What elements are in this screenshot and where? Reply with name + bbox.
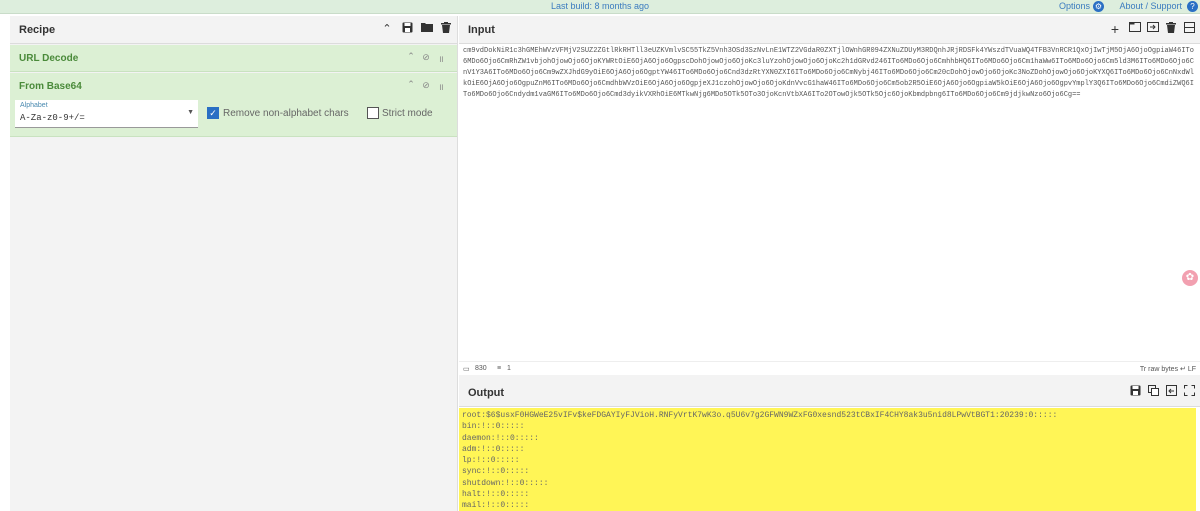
- pause-icon[interactable]: ॥: [436, 52, 446, 65]
- disable-icon[interactable]: ⊘: [421, 80, 431, 91]
- output-text[interactable]: root:$6$usxF0HGWeE25vIFv$keFDGAYIyFJVioH…: [459, 408, 1196, 511]
- options-link[interactable]: Options: [1059, 1, 1090, 11]
- output-line: lp:!::0:::::: [462, 456, 520, 466]
- expand-icon[interactable]: [1182, 385, 1196, 399]
- top-bar: Last build: 8 months ago Options ⚙ About…: [0, 0, 1200, 14]
- output-line: adm:!::0:::::: [462, 444, 525, 454]
- lines-icon: ≡: [497, 365, 502, 372]
- output-line: mail:!::0:::::: [462, 501, 530, 511]
- output-line: daemon:!::0:::::: [462, 433, 539, 443]
- alphabet-select[interactable]: Alphabet A-Za-z0-9+/= ▼: [15, 100, 198, 128]
- output-title: Output: [468, 387, 505, 399]
- output-line: root:$6$usxF0HGWeE25vIFv$keFDGAYIyFJVioH…: [462, 411, 1058, 420]
- file-import-icon[interactable]: [1146, 22, 1160, 36]
- output-header: Output: [459, 379, 1200, 407]
- output-line: shutdown:!::0:::::: [462, 478, 549, 488]
- input-pane: Input + cm9vdDokNiR1c3hGMEhWVzVFMjV2SUZ2…: [459, 16, 1200, 375]
- input-length: 830: [475, 365, 487, 372]
- disable-icon[interactable]: ⊘: [421, 52, 431, 63]
- settings-gear-icon[interactable]: ⚙: [1093, 1, 1104, 12]
- recipe-header: Recipe ⌃: [10, 16, 457, 44]
- about-support-link[interactable]: About / Support: [1119, 1, 1182, 11]
- strict-mode-label: Strict mode: [382, 108, 433, 119]
- output-line: bin:!::0:::::: [462, 422, 525, 432]
- remove-nonalpha-label: Remove non-alphabet chars: [223, 108, 349, 119]
- operation-url-decode[interactable]: URL Decode ⌃ ⊘ ॥: [10, 45, 457, 72]
- operation-title: URL Decode: [19, 53, 79, 64]
- input-title: Input: [468, 24, 495, 36]
- new-tab-icon[interactable]: [1128, 22, 1142, 36]
- remove-nonalpha-checkbox[interactable]: ✓: [207, 107, 219, 119]
- trash-icon[interactable]: [1164, 22, 1178, 36]
- chevron-up-icon[interactable]: ⌃: [380, 22, 394, 36]
- last-build-text: Last build: 8 months ago: [550, 1, 650, 11]
- help-icon[interactable]: ?: [1187, 1, 1198, 12]
- input-status-bar: ▭ 830 ≡ 1 Tr raw bytes ↵ LF: [459, 361, 1200, 375]
- output-line: sync:!::0:::::: [462, 467, 530, 477]
- output-line: halt:!::0:::::: [462, 490, 530, 500]
- strict-mode-checkbox[interactable]: [367, 107, 379, 119]
- operation-title: From Base64: [19, 81, 82, 92]
- plus-icon[interactable]: +: [1108, 22, 1122, 36]
- trash-icon[interactable]: [439, 22, 453, 36]
- replace-input-icon[interactable]: [1164, 385, 1178, 399]
- copy-icon[interactable]: [1146, 385, 1160, 399]
- recipe-pane: Recipe ⌃ URL Decode ⌃ ⊘ ॥ From Base64 ⌃ …: [10, 16, 458, 511]
- save-icon[interactable]: [400, 22, 414, 36]
- input-lines: 1: [507, 365, 511, 372]
- pause-icon[interactable]: ॥: [436, 80, 446, 93]
- save-icon[interactable]: [1128, 385, 1142, 399]
- assistant-bubble-icon[interactable]: ✿: [1182, 270, 1198, 286]
- input-header: Input +: [459, 16, 1200, 44]
- chevron-up-icon[interactable]: ⌃: [406, 79, 416, 90]
- alphabet-label: Alphabet: [20, 102, 48, 109]
- folder-icon[interactable]: [420, 22, 434, 36]
- encoding-status[interactable]: Tr raw bytes ↵ LF: [1140, 365, 1196, 373]
- chevron-up-icon[interactable]: ⌃: [406, 51, 416, 62]
- layout-icon[interactable]: [1182, 22, 1196, 36]
- chevron-down-icon: ▼: [187, 109, 194, 116]
- recipe-title: Recipe: [19, 24, 56, 36]
- input-textarea[interactable]: cm9vdDokNiR1c3hGMEhWVzVFMjV2SUZ2ZGtlRkRH…: [463, 46, 1197, 346]
- output-pane: Output root:$6$usxF0HGWeE25vIFv$keFDGAYI…: [459, 379, 1200, 511]
- alphabet-value: A-Za-z0-9+/=: [20, 113, 85, 123]
- length-icon: ▭: [463, 366, 470, 373]
